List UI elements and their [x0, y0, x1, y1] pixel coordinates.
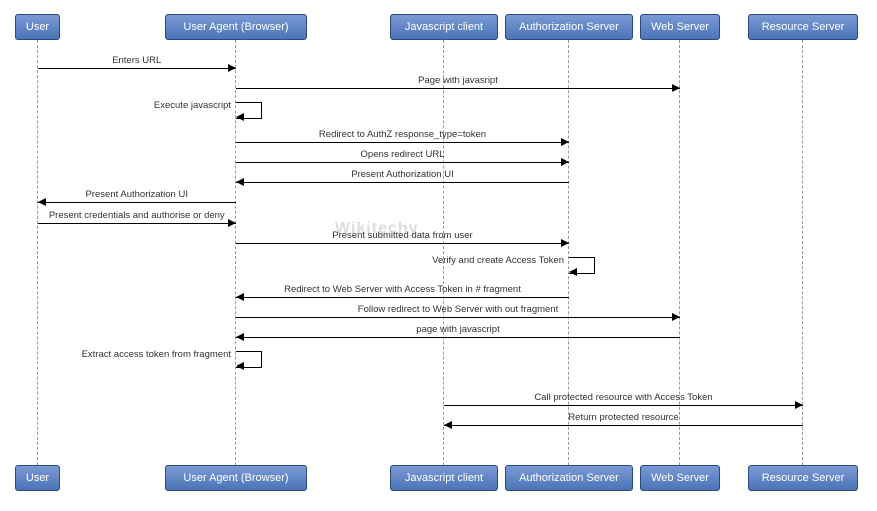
message-label: Extract access token from fragment [0, 349, 231, 360]
message-label: Enters URL [38, 55, 237, 66]
message-line [38, 202, 237, 203]
message-line [236, 142, 569, 143]
message-label: page with javascript [236, 324, 680, 335]
message-line [38, 223, 237, 224]
message-label: Opens redirect URL [236, 149, 569, 160]
participant-res-bottom: Resource Server [748, 465, 858, 491]
participant-agent-top: User Agent (Browser) [165, 14, 307, 40]
participant-authz-top: Authorization Server [505, 14, 633, 40]
message-label: Execute javascript [0, 100, 231, 111]
message-line [236, 317, 680, 318]
arrow-left-icon [569, 268, 577, 276]
participant-user-top: User [15, 14, 60, 40]
message-label: Verify and create Access Token [309, 255, 564, 266]
message-label: Present submitted data from user [236, 230, 569, 241]
message-line [38, 68, 237, 69]
message-label: Present Authorization UI [236, 169, 569, 180]
message-label: Redirect to Web Server with Access Token… [236, 284, 569, 295]
message-label: Follow redirect to Web Server with out f… [236, 304, 680, 315]
message-line [236, 88, 680, 89]
message-label: Redirect to AuthZ response_type=token [236, 129, 569, 140]
participant-web-bottom: Web Server [640, 465, 720, 491]
message-label: Present Authorization UI [38, 189, 237, 200]
sequence-diagram: User User Agent (Browser) Javascript clien… [10, 10, 867, 501]
participant-jsclient-bottom: Javascript client [390, 465, 498, 491]
participant-authz-bottom: Authorization Server [505, 465, 633, 491]
message-label: Page with javasript [236, 75, 680, 86]
message-line [236, 337, 680, 338]
participant-agent-bottom: User Agent (Browser) [165, 465, 307, 491]
message-line [236, 243, 569, 244]
message-label: Call protected resource with Access Toke… [444, 392, 803, 403]
participant-res-top: Resource Server [748, 14, 858, 40]
arrow-left-icon [236, 362, 244, 370]
message-line [444, 425, 803, 426]
message-line [236, 182, 569, 183]
message-line [444, 405, 803, 406]
message-label: Present credentials and authorise or den… [38, 210, 237, 221]
message-label: Return protected resource [444, 412, 803, 423]
message-line [236, 297, 569, 298]
participant-user-bottom: User [15, 465, 60, 491]
message-line [236, 162, 569, 163]
participant-jsclient-top: Javascript client [390, 14, 498, 40]
arrow-left-icon [236, 113, 244, 121]
participant-web-top: Web Server [640, 14, 720, 40]
